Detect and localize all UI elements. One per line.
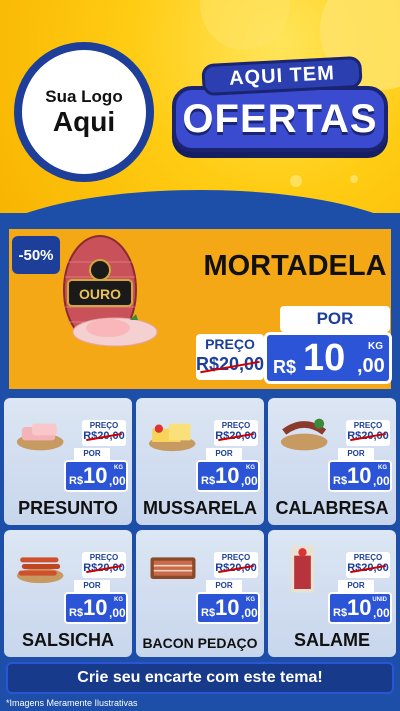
product-card: PREÇOR$20,00 POR R$10,00 KG MUSSARELA: [136, 398, 264, 525]
preco-label: PREÇO: [89, 421, 119, 430]
price-box: R$ 10,00 KG: [196, 460, 260, 492]
discount-badge: -50%: [12, 236, 60, 274]
decor-bubble: [350, 175, 358, 183]
footnote: *Imagens Meramente Ilustrativas: [6, 698, 138, 708]
price-integer: 10: [83, 463, 108, 488]
header-wave: [0, 190, 400, 215]
product-image: [280, 418, 328, 451]
por-label: POR: [338, 448, 374, 460]
product-card: PREÇOR$20,00 POR R$10,00 UNID SALAME: [268, 530, 396, 657]
product-name: BACON PEDAÇO: [142, 635, 258, 651]
old-price-tag: PREÇOR$20,00: [346, 420, 390, 446]
product-name: MUSSARELA: [142, 498, 257, 518]
product-name: CALABRESA: [275, 498, 389, 518]
product-card: PREÇOR$20,00 POR R$10,00 KG PRESUNTO: [4, 398, 132, 525]
price-integer: 10: [215, 463, 240, 488]
currency: R$: [69, 607, 84, 619]
price-unit: KG: [378, 465, 387, 471]
price-decimal: ,00: [373, 474, 390, 488]
decor-bubble: [290, 175, 302, 187]
old-price: R$20,00: [346, 430, 390, 442]
price-box: R$ 10,00 KG: [328, 460, 392, 492]
price-unit: KG: [368, 341, 383, 352]
old-price-tag: PREÇOR$20,00: [82, 552, 126, 578]
currency: R$: [201, 475, 216, 487]
product-image: [290, 545, 315, 593]
price-integer: 10: [303, 337, 346, 379]
old-price-tag: PREÇOR$20,00: [82, 420, 126, 446]
feature-old-price-tag: PREÇO R$20,00: [196, 334, 264, 380]
product-card: PREÇOR$20,00 POR R$10,00 KG CALABRESA: [268, 398, 396, 525]
product-name: PRESUNTO: [18, 498, 118, 518]
old-price-tag: PREÇOR$20,00: [214, 420, 258, 446]
preco-label: PREÇO: [221, 553, 251, 562]
por-label: POR: [74, 448, 110, 460]
price-box: R$ 10,00 KG: [64, 592, 128, 624]
preco-label: PREÇO: [221, 421, 251, 430]
price-unit: KG: [114, 597, 123, 603]
logo-placeholder: Sua Logo Aqui: [14, 42, 154, 182]
banner-main-text: OFERTAS: [182, 96, 378, 141]
product-image: [16, 423, 64, 451]
preco-label: PREÇO: [205, 336, 255, 352]
old-price: R$20,00: [214, 430, 258, 442]
price-integer: 10: [347, 463, 372, 488]
price-decimal: ,00: [373, 606, 390, 620]
old-price: R$20,00: [214, 562, 258, 574]
price-integer: 10: [347, 595, 372, 620]
price-decimal: ,00: [109, 606, 126, 620]
old-price: R$20,00: [196, 354, 264, 375]
old-price: R$20,00: [82, 430, 126, 442]
logo-line2: Aqui: [52, 105, 116, 137]
old-price-tag: PREÇOR$20,00: [346, 552, 390, 578]
feature-price-box: R$ 10 ,00 KG: [264, 332, 392, 384]
price-integer: 10: [215, 595, 240, 620]
price-unit: KG: [246, 465, 255, 471]
price-unit: UNID: [372, 597, 387, 603]
currency: R$: [333, 475, 348, 487]
price-box: R$ 10,00 KG: [64, 460, 128, 492]
price-integer: 10: [83, 595, 108, 620]
product-name: SALSICHA: [21, 630, 114, 650]
price-decimal: ,00: [241, 474, 258, 488]
product-image: [150, 557, 196, 579]
price-box: R$ 10,00 UNID: [328, 592, 392, 624]
offers-banner: OFERTAS AQUI TEM: [172, 55, 388, 165]
price-box: R$ 10,00 KG: [196, 592, 260, 624]
banner-main: OFERTAS: [172, 86, 388, 152]
product-card: PREÇOR$20,00 POR R$10,00 KG SALSICHA: [4, 530, 132, 657]
brand-label: OURO: [79, 286, 121, 302]
preco-label: PREÇO: [353, 553, 383, 562]
feature-product-name: MORTADELA: [203, 250, 387, 282]
cta-banner[interactable]: Crie seu encarte com este tema!: [6, 662, 394, 694]
por-label: POR: [338, 580, 374, 592]
old-price-tag: PREÇOR$20,00: [214, 552, 258, 578]
banner-top-text: AQUI TEM: [228, 61, 336, 90]
feature-por-tag: POR: [280, 306, 390, 332]
preco-label: PREÇO: [353, 421, 383, 430]
price-unit: KG: [114, 465, 123, 471]
product-name: SALAME: [294, 630, 370, 650]
por-label: POR: [74, 580, 110, 592]
price-decimal: ,00: [109, 474, 126, 488]
logo-line1: Sua Logo: [45, 86, 123, 106]
currency: R$: [69, 475, 84, 487]
currency: R$: [201, 607, 216, 619]
por-label: POR: [206, 580, 242, 592]
product-image: [16, 557, 64, 584]
old-price: R$20,00: [82, 562, 126, 574]
price-decimal: ,00: [241, 606, 258, 620]
price-decimal: ,00: [357, 355, 385, 377]
product-image: [148, 423, 196, 452]
price-unit: KG: [246, 597, 255, 603]
decor-bubble: [200, 0, 290, 50]
por-label: POR: [206, 448, 242, 460]
old-price: R$20,00: [346, 562, 390, 574]
preco-label: PREÇO: [89, 553, 119, 562]
currency: R$: [333, 607, 348, 619]
currency: R$: [273, 357, 297, 377]
product-card: PREÇOR$20,00 POR R$10,00 KG BACON PEDAÇO: [136, 530, 264, 657]
